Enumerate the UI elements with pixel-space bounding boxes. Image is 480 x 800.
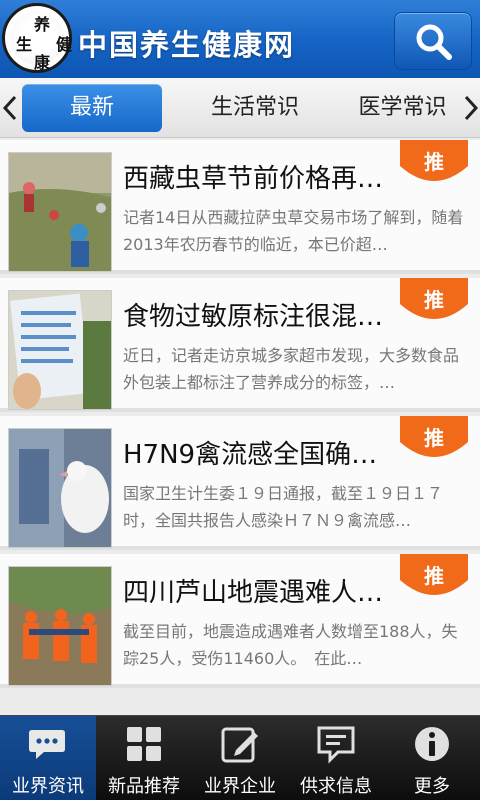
recommend-badge: 推 (400, 416, 468, 466)
nav-more[interactable]: 更多 (384, 716, 480, 800)
logo-emblem: 养 生 健 康 (10, 11, 72, 71)
recommend-badge: 推 (400, 140, 468, 190)
recommend-badge-label: 推 (424, 564, 444, 588)
bottom-navigation: 业界资讯 新品推荐 业界企业 供求信息 更多 (0, 715, 480, 800)
nav-label: 业界资讯 (12, 776, 84, 797)
news-thumbnail-food-label (8, 290, 112, 410)
recommend-badge: 推 (400, 554, 468, 604)
news-headline: H7N9禽流感全国确… (123, 440, 378, 470)
chevron-right-icon[interactable] (463, 94, 479, 122)
recommend-badge-label: 推 (424, 288, 444, 312)
nav-label: 新品推荐 (108, 776, 180, 797)
logo-char-jian: 健 (56, 35, 73, 54)
search-icon (416, 24, 452, 60)
site-logo[interactable]: 养 生 健 康 (2, 3, 72, 73)
tab-latest[interactable]: 最新 (22, 84, 162, 132)
news-item[interactable]: H7N9禽流感全国确… 国家卫生计生委１９日通报，截至１９日１７时，全国共报告人… (0, 416, 480, 550)
recommend-badge-label: 推 (424, 150, 444, 174)
news-thumbnail-earthquake-rescue (8, 566, 112, 686)
nav-label: 更多 (414, 776, 450, 797)
nav-label: 供求信息 (300, 776, 372, 797)
logo-char-yang: 养 (34, 15, 51, 34)
grid-icon (127, 727, 161, 761)
app-header: 养 生 健 康 中国养生健康网 (0, 0, 480, 78)
news-summary: 截至目前，地震造成遇难者人数增至188人，失踪25人，受伤11460人。 在此… (123, 622, 458, 668)
news-headline: 食物过敏原标注很混… (123, 302, 384, 332)
nav-label: 业界企业 (204, 776, 276, 797)
site-title: 中国养生健康网 (78, 28, 296, 62)
category-tabs: 最新 生活常识 医学常识 (0, 78, 480, 138)
nav-industry-companies[interactable]: 业界企业 (192, 716, 288, 800)
message-icon (317, 726, 355, 764)
chevron-left-icon[interactable] (2, 94, 18, 122)
chat-bubble-icon (29, 730, 65, 759)
news-headline: 四川芦山地震遇难人… (123, 578, 384, 608)
logo-char-kang: 康 (34, 53, 51, 72)
news-summary: 国家卫生计生委１９日通报，截至１９日１７时，全国共报告人感染Ｈ７Ｎ９禽流感… (123, 484, 444, 530)
news-headline: 西藏虫草节前价格再… (123, 164, 384, 194)
news-item[interactable]: 四川芦山地震遇难人… 截至目前，地震造成遇难者人数增至188人，失踪25人，受伤… (0, 554, 480, 688)
news-item[interactable]: 食物过敏原标注很混… 近日，记者走访京城多家超市发现，大多数食品外包装上都标注了… (0, 278, 480, 412)
news-item[interactable]: 西藏虫草节前价格再… 记者14日从西藏拉萨虫草交易市场了解到，随着2013年农历… (0, 140, 480, 274)
nav-new-products[interactable]: 新品推荐 (96, 716, 192, 800)
recommend-badge-label: 推 (424, 426, 444, 450)
logo-char-sheng: 生 (16, 35, 33, 54)
search-button[interactable] (394, 12, 472, 70)
recommend-badge: 推 (400, 278, 468, 328)
tab-medical-tips[interactable]: 医学常识 (340, 84, 465, 132)
info-icon (415, 727, 449, 761)
news-thumbnail-caterpillar-fungus (8, 152, 112, 272)
nav-supply-demand[interactable]: 供求信息 (288, 716, 384, 800)
news-summary: 近日，记者走访京城多家超市发现，大多数食品外包装上都标注了营养成分的标签，… (123, 346, 460, 392)
tab-life-tips[interactable]: 生活常识 (185, 84, 325, 132)
news-summary: 记者14日从西藏拉萨虫草交易市场了解到，随着2013年农历春节的临近，本已价超… (123, 208, 464, 254)
nav-industry-news[interactable]: 业界资讯 (0, 716, 96, 800)
news-thumbnail-dove (8, 428, 112, 548)
edit-icon (221, 727, 258, 763)
